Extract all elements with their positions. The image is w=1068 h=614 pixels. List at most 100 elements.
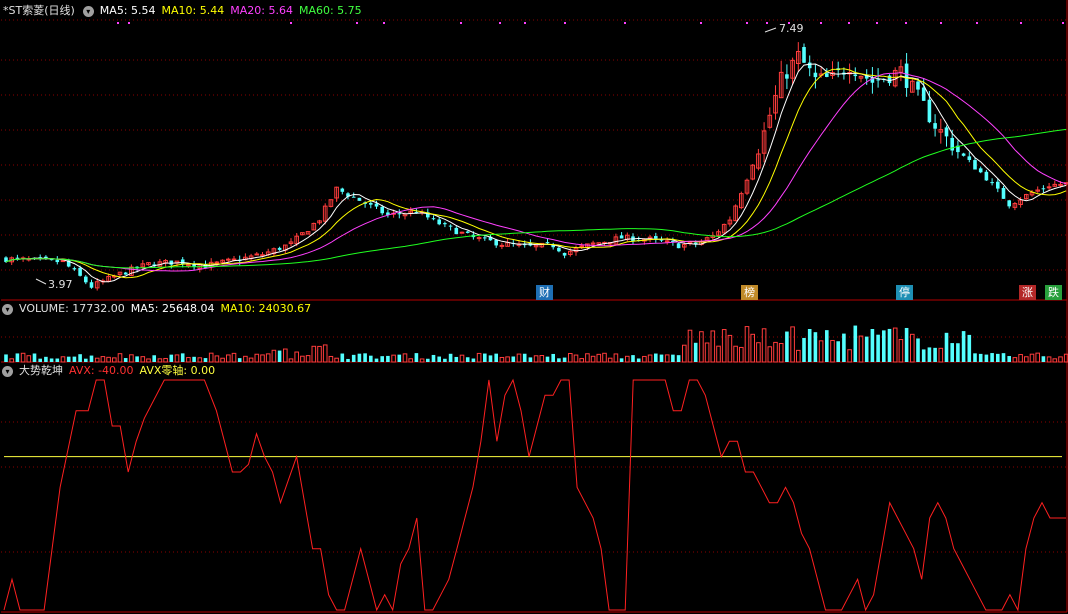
- volume-bar: [351, 354, 356, 362]
- volume-bar: [78, 354, 82, 362]
- chevron-down-icon[interactable]: ▾: [2, 365, 13, 377]
- volume-bar: [625, 355, 630, 363]
- volume-bar: [15, 353, 20, 362]
- volume-bar: [226, 354, 231, 363]
- candle-body: [967, 156, 972, 160]
- volume-bar: [967, 334, 972, 362]
- volume-bar: [984, 354, 989, 362]
- avx-zero-value: AVX零轴: 0.00: [139, 364, 216, 377]
- volume-bar: [340, 353, 345, 362]
- candlesticks: [4, 42, 1068, 291]
- volume-bar: [106, 356, 111, 363]
- volume-bar: [483, 353, 487, 362]
- candle-body: [813, 72, 818, 78]
- volume-bar: [511, 356, 516, 362]
- volume-bar: [380, 356, 384, 362]
- volume-bar: [55, 358, 60, 362]
- volume-bar: [94, 357, 100, 363]
- event-tag-suspend[interactable]: 停: [896, 285, 913, 300]
- event-tag-financial[interactable]: 财: [536, 285, 553, 300]
- candle-body: [933, 123, 937, 129]
- event-dot: [848, 22, 850, 24]
- volume-bar: [20, 352, 26, 363]
- volume-bar: [796, 349, 801, 363]
- volume-bar: [448, 353, 453, 362]
- candle-body: [260, 254, 265, 257]
- stock-name: *ST索菱(日线): [3, 4, 75, 17]
- volume-bar: [882, 330, 886, 362]
- volume-bar: [636, 358, 641, 362]
- chevron-down-icon[interactable]: ▾: [2, 303, 13, 315]
- event-tag-limit-down[interactable]: 跌: [1045, 285, 1062, 300]
- candle-body: [1001, 187, 1006, 199]
- volume-bar: [374, 358, 379, 362]
- volume-bar: [317, 345, 322, 363]
- volume-bar: [237, 358, 242, 362]
- candle-body: [494, 239, 498, 246]
- candle-body: [921, 87, 926, 101]
- candle-body: [169, 260, 174, 265]
- volume-bar: [710, 330, 716, 363]
- avx-value: AVX: -40.00: [69, 364, 134, 377]
- volume-bar: [950, 343, 954, 362]
- volume-bar: [465, 357, 470, 362]
- volume-bar: [476, 352, 482, 363]
- volume-bar: [1041, 356, 1046, 362]
- volume-bar: [990, 353, 994, 362]
- volume-bar: [842, 333, 846, 362]
- volume-bar: [739, 346, 744, 363]
- volume-bar: [220, 357, 225, 363]
- volume-bar: [682, 344, 687, 363]
- volume-bar: [825, 330, 829, 362]
- avx-line: [3, 378, 1066, 612]
- event-dot: [460, 22, 462, 24]
- volume-bar: [807, 328, 812, 362]
- event-tag-limit-up[interactable]: 涨: [1019, 285, 1036, 300]
- volume-value: VOLUME: 17732.00: [19, 302, 125, 315]
- candle-body: [357, 197, 362, 201]
- candle-body: [904, 63, 909, 88]
- volume-bar: [721, 329, 727, 363]
- volume-bar: [408, 358, 413, 363]
- candle-body: [562, 252, 567, 256]
- candle-body: [579, 245, 585, 248]
- volume-bar: [277, 350, 282, 362]
- volume-bar: [283, 348, 288, 363]
- candle-body: [944, 127, 949, 137]
- volume-bar: [619, 358, 624, 362]
- candle-body: [89, 282, 94, 288]
- candle-body: [437, 219, 441, 225]
- volume-bar: [44, 356, 48, 362]
- volume-bar: [112, 357, 117, 363]
- candle-body: [431, 218, 436, 220]
- event-tag-ranking[interactable]: 榜: [741, 285, 758, 300]
- volume-bar: [916, 338, 920, 362]
- volume-bar: [573, 354, 579, 363]
- ma-line-20: [5, 72, 1067, 272]
- candle-body: [973, 160, 977, 170]
- volume-bar: [585, 353, 590, 363]
- event-dot: [499, 22, 501, 24]
- event-dot: [766, 22, 768, 24]
- chevron-down-icon[interactable]: ▾: [82, 5, 94, 17]
- volume-bar: [391, 354, 396, 363]
- event-dot: [383, 22, 385, 24]
- event-dot: [700, 22, 702, 24]
- volume-bar: [744, 326, 750, 363]
- event-dot: [524, 22, 526, 24]
- candle-body: [619, 235, 624, 239]
- volume-bar: [727, 334, 733, 363]
- volume-bar: [671, 354, 675, 362]
- candle-body: [1058, 183, 1063, 186]
- volume-bar: [431, 354, 436, 362]
- volume-bar: [117, 353, 123, 363]
- candle-body: [397, 213, 402, 215]
- volume-bar: [973, 353, 977, 362]
- candle-body: [676, 243, 681, 249]
- candle-body: [186, 264, 191, 267]
- volume-bar: [1058, 356, 1063, 363]
- volume-bar: [140, 356, 146, 363]
- event-dot: [746, 22, 748, 24]
- volume-bar: [761, 328, 767, 363]
- volume-bar: [813, 332, 818, 362]
